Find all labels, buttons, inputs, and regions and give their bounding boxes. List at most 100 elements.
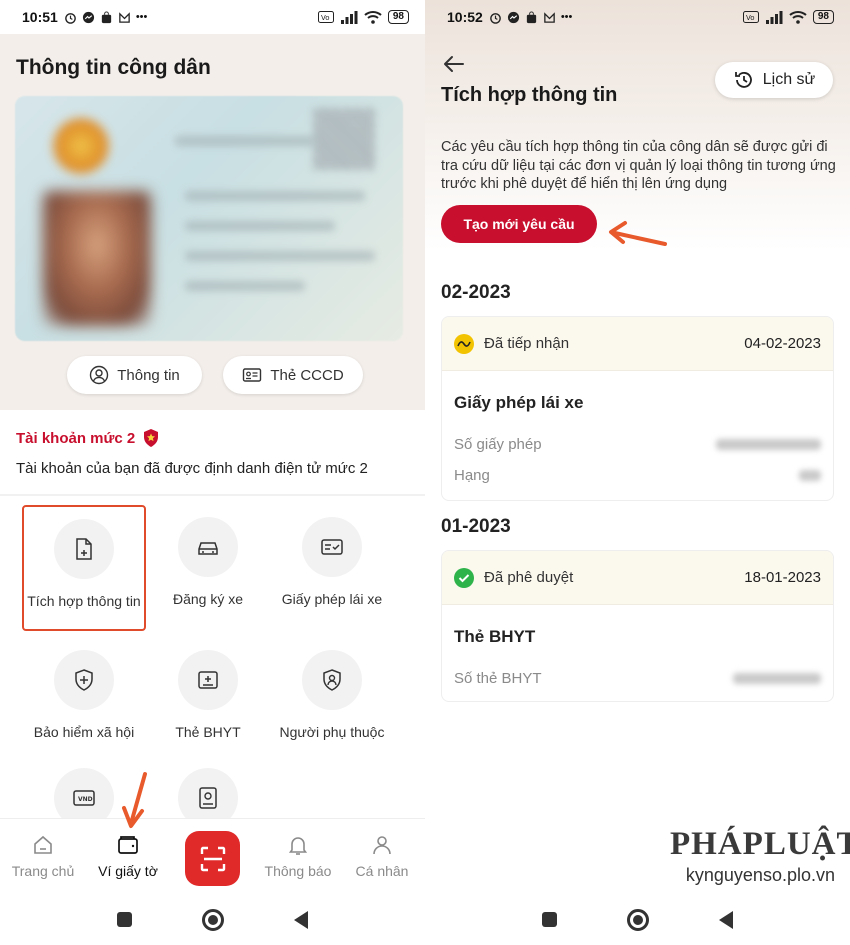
- nav-notifications[interactable]: Thông báo: [258, 833, 338, 879]
- back-arrow-icon[interactable]: [441, 54, 465, 74]
- annotation-arrow-icon: [609, 221, 667, 246]
- right-phone-screen: 10:52 ••• Vo 98 Tích hợp thông tin Lịch …: [425, 0, 850, 945]
- id-card-icon: [243, 368, 262, 382]
- request-status-row: Đã tiếp nhận 04-02-2023: [442, 317, 833, 371]
- annotation-arrow-icon: [122, 772, 147, 828]
- service-label: Giấy phép lái xe: [281, 591, 383, 607]
- wifi-icon: [364, 11, 382, 24]
- status-bar: 10:51 ••• Vo 98: [0, 0, 425, 34]
- service-label: Bảo hiểm xã hội: [33, 724, 135, 740]
- home-button[interactable]: [627, 908, 649, 931]
- card-text-line: [185, 221, 335, 231]
- scan-icon: [200, 846, 225, 871]
- publisher-site: kynguyenso.plo.vn: [685, 865, 835, 885]
- page-title: Tích hợp thông tin: [441, 84, 618, 106]
- nav-wallet[interactable]: Ví giấy tờ: [88, 833, 168, 879]
- account-level-panel: Tài khoản mức 2 Tài khoản của bạn đã đượ…: [0, 410, 425, 496]
- service-nguoi-phu-thuoc[interactable]: Người phụ thuộc: [270, 650, 394, 740]
- cccd-card-button[interactable]: Thẻ CCCD: [223, 356, 363, 394]
- request-details: Giấy phép lái xe Số giấy phép Hạng: [442, 371, 833, 491]
- more-icon: •••: [135, 10, 148, 23]
- id-card-image[interactable]: [15, 96, 403, 341]
- request-card[interactable]: Đã phê duyệt 18-01-2023 Thẻ BHYT Số thẻ …: [441, 550, 834, 702]
- pending-status-icon: [454, 333, 474, 354]
- redacted-value: [799, 470, 821, 481]
- portrait-photo: [43, 191, 151, 326]
- scan-qr-button[interactable]: [185, 831, 240, 886]
- history-button-label: Lịch sử: [762, 71, 816, 88]
- status-time: 10:51: [22, 9, 58, 25]
- system-icons: Vo 98: [317, 10, 409, 24]
- detail-row: Số giấy phép: [454, 429, 821, 460]
- signal-icon: [765, 10, 783, 24]
- request-doc-title: Thẻ BHYT: [454, 627, 536, 646]
- battery-icon: 98: [812, 10, 834, 24]
- service-dang-ky-xe[interactable]: Đăng ký xe: [146, 517, 270, 607]
- service-icon-circle: [178, 517, 238, 577]
- redacted-value: [733, 673, 821, 684]
- national-emblem-icon: [53, 118, 109, 174]
- left-phone-screen: 10:51 ••• Vo 98 Thông tin công dân Thông…: [0, 0, 425, 945]
- publisher-logo: PHÁPLUẬT: [670, 826, 850, 862]
- alarm-icon: [489, 12, 501, 24]
- back-button[interactable]: [294, 910, 308, 929]
- system-navigation: [425, 894, 850, 945]
- wallet-icon: [118, 836, 138, 854]
- month-heading: 02-2023: [441, 282, 511, 303]
- nav-home[interactable]: Trang chủ: [3, 833, 83, 879]
- document-add-icon: [76, 538, 92, 560]
- back-button[interactable]: [719, 910, 733, 929]
- qr-code-icon: [313, 108, 375, 170]
- history-button[interactable]: Lịch sử: [715, 62, 833, 98]
- detail-label: Số giấy phép: [454, 436, 542, 453]
- mail-icon: [119, 11, 130, 23]
- service-label: Thẻ BHYT: [175, 724, 241, 740]
- intro-text: Các yêu cầu tích hợp thông tin của công …: [441, 139, 836, 192]
- system-icons: Vo 98: [742, 10, 834, 24]
- account-description: Tài khoản của bạn đã được định danh điện…: [16, 460, 368, 477]
- volte-icon: Vo: [317, 11, 334, 23]
- user-shield-icon: [323, 669, 341, 691]
- notification-icons: •••: [64, 10, 148, 24]
- request-doc-title: Giấy phép lái xe: [454, 393, 584, 412]
- service-label: Tích hợp thông tin: [27, 593, 141, 609]
- system-navigation: [0, 894, 425, 945]
- shield-plus-icon: [75, 669, 93, 691]
- service-bao-hiem-xa-hoi[interactable]: Bảo hiểm xã hội: [22, 650, 146, 740]
- watermark: PHÁPLUẬT kynguyenso.plo.vn: [670, 826, 850, 886]
- recents-button[interactable]: [117, 912, 132, 927]
- request-date: 18-01-2023: [744, 569, 821, 586]
- detail-label: Số thẻ BHYT: [454, 670, 542, 687]
- cccd-button-label: Thẻ CCCD: [270, 366, 344, 384]
- new-request-button[interactable]: Tạo mới yêu cầu: [441, 205, 597, 243]
- nav-notifications-label: Thông báo: [264, 863, 332, 879]
- more-icon: •••: [560, 10, 573, 23]
- service-giay-phep-lai-xe[interactable]: Giấy phép lái xe: [270, 517, 394, 607]
- nav-home-label: Trang chủ: [11, 863, 75, 879]
- license-card-icon: [321, 539, 343, 555]
- bag-icon: [101, 10, 111, 23]
- request-date: 04-02-2023: [744, 335, 821, 352]
- service-icon-circle: [302, 517, 362, 577]
- home-icon: [34, 835, 52, 854]
- recents-button[interactable]: [542, 912, 557, 927]
- request-status: Đã tiếp nhận: [484, 335, 570, 352]
- service-icon-circle: [302, 650, 362, 710]
- service-icon-circle: [54, 650, 114, 710]
- service-icon-circle: [178, 650, 238, 710]
- service-the-bhyt[interactable]: Thẻ BHYT: [146, 650, 270, 740]
- request-card[interactable]: Đã tiếp nhận 04-02-2023 Giấy phép lái xe…: [441, 316, 834, 501]
- history-clock-icon: [734, 72, 752, 88]
- request-status-row: Đã phê duyệt 18-01-2023: [442, 551, 833, 605]
- bottom-navigation: Trang chủ Ví giấy tờ Thông báo Cá nhân: [0, 818, 425, 894]
- detail-label: Hạng: [454, 467, 490, 484]
- nav-profile[interactable]: Cá nhân: [342, 833, 422, 879]
- home-button[interactable]: [202, 908, 224, 931]
- check-circle-icon: [454, 567, 474, 588]
- month-heading: 01-2023: [441, 516, 511, 537]
- messenger-icon: [82, 11, 94, 23]
- info-button[interactable]: Thông tin: [67, 356, 202, 394]
- card-text-line: [185, 251, 375, 261]
- detail-row: Số thẻ BHYT: [454, 663, 821, 694]
- service-tich-hop-thong-tin[interactable]: Tích hợp thông tin: [22, 505, 146, 631]
